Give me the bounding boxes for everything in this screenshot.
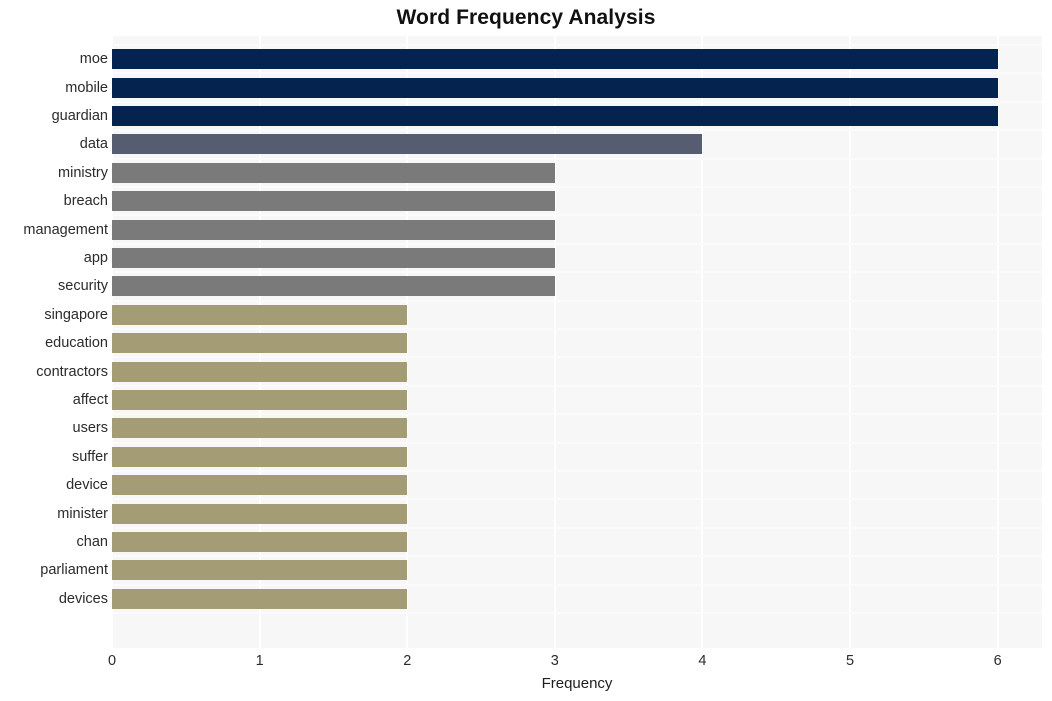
y-tick-label: devices [58, 590, 108, 607]
gridline-horizontal [112, 583, 1042, 586]
gridline-horizontal [112, 328, 1042, 331]
gridline-horizontal [112, 186, 1042, 189]
gridline-horizontal [112, 555, 1042, 558]
bar [112, 162, 555, 183]
bar [112, 532, 408, 553]
gridline-horizontal [112, 100, 1042, 103]
bar [112, 49, 998, 70]
bar [112, 418, 408, 439]
gridline-horizontal [112, 384, 1042, 387]
bar [112, 361, 408, 382]
x-tick-label: 3 [550, 653, 559, 669]
bar [112, 134, 703, 155]
bar [112, 219, 555, 240]
y-tick-label: data [79, 136, 108, 153]
bar [112, 390, 408, 411]
y-tick-label: affect [72, 392, 108, 409]
bar [112, 446, 408, 467]
bar [112, 588, 408, 609]
chart-title: Word Frequency Analysis [396, 6, 656, 29]
gridline-horizontal [112, 612, 1042, 615]
gridline-horizontal [112, 413, 1042, 416]
y-tick-label: suffer [71, 448, 108, 465]
x-tick-label: 4 [698, 653, 707, 669]
bar [112, 475, 408, 496]
bar [112, 276, 555, 297]
gridline-horizontal [112, 242, 1042, 245]
y-tick-label: breach [63, 193, 108, 210]
gridline-horizontal [112, 498, 1042, 501]
bar [112, 106, 998, 127]
y-tick-label: ministry [58, 164, 108, 181]
y-tick-label: security [58, 278, 108, 295]
y-tick-label: moe [79, 51, 108, 68]
gridline-horizontal [112, 271, 1042, 274]
y-tick-label: chan [76, 534, 108, 551]
gridline-horizontal [112, 441, 1042, 444]
y-tick-label: minister [57, 505, 108, 522]
x-tick-label: 5 [846, 653, 855, 669]
gridline-horizontal [112, 72, 1042, 75]
y-tick-label: singapore [44, 306, 108, 323]
gridline-horizontal [112, 470, 1042, 473]
bar [112, 77, 998, 98]
x-axis-label: Frequency [541, 675, 613, 692]
gridline-horizontal [112, 356, 1042, 359]
y-axis-tick-labels: moe mobile guardian data ministry breach manag… [0, 36, 108, 648]
bar [112, 503, 408, 524]
y-tick-label: parliament [40, 562, 108, 579]
plot-area [112, 36, 1042, 648]
bar [112, 560, 408, 581]
y-tick-label: education [45, 335, 108, 352]
y-tick-label: guardian [51, 108, 108, 125]
y-tick-label: management [23, 221, 108, 238]
x-tick-label: 2 [403, 653, 412, 669]
gridline-horizontal [112, 157, 1042, 160]
chart-figure: Word Frequency Analysis moe mobile guardia… [0, 0, 1052, 701]
x-tick-label: 6 [993, 653, 1002, 669]
gridline-horizontal [112, 299, 1042, 302]
y-tick-label: mobile [65, 79, 108, 96]
gridline-horizontal [112, 129, 1042, 132]
bar [112, 304, 408, 325]
gridline-horizontal [112, 214, 1042, 217]
y-tick-label: device [66, 477, 108, 494]
gridline-horizontal [112, 526, 1042, 529]
y-tick-label: users [72, 420, 108, 437]
bar [112, 333, 408, 354]
x-tick-label: 0 [107, 653, 117, 669]
y-tick-label: contractors [36, 363, 108, 380]
y-tick-label: app [83, 250, 108, 267]
x-tick-label: 1 [255, 653, 264, 669]
bar [112, 191, 555, 212]
gridline-horizontal [112, 44, 1042, 47]
bar [112, 248, 555, 269]
